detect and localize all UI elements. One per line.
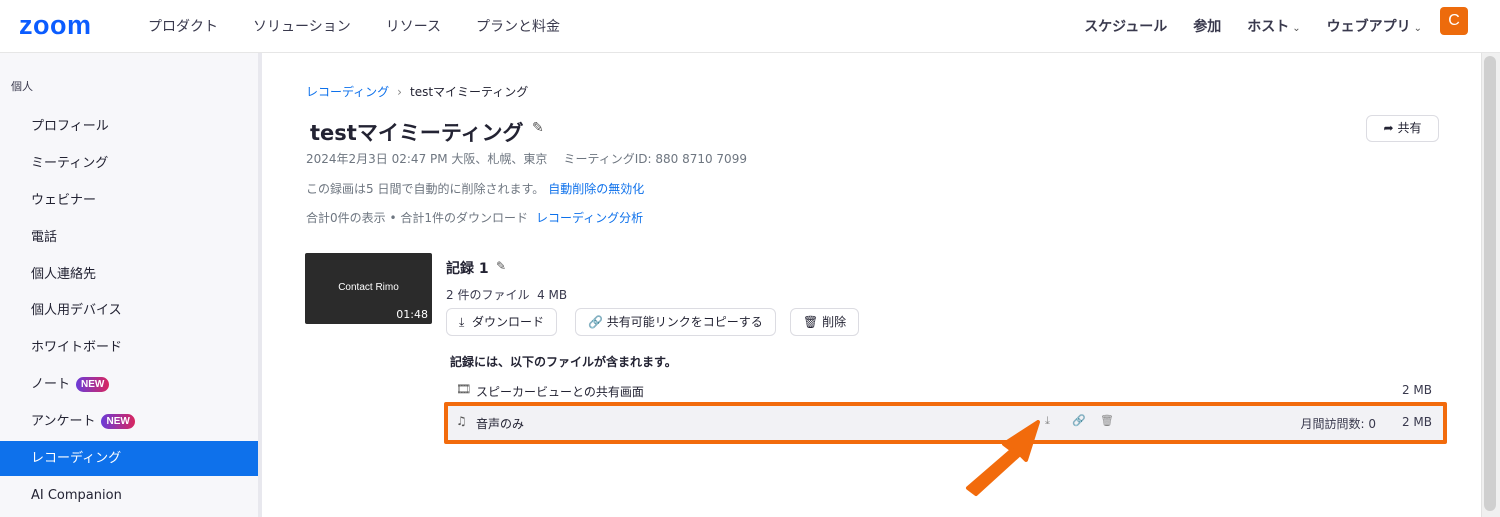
recording-analytics-link[interactable]: レコーディング分析 bbox=[536, 211, 643, 225]
breadcrumb-link-recordings[interactable]: レコーディング bbox=[306, 85, 389, 99]
pencil-icon[interactable]: ✎ bbox=[532, 120, 544, 136]
nav-item-schedule[interactable]: スケジュール bbox=[1084, 16, 1167, 36]
delete-button-label: 削除 bbox=[822, 315, 847, 329]
annotation-arrow-icon bbox=[966, 420, 1040, 496]
autodelete-text: この録画は5 日間で自動的に削除されます。 bbox=[306, 182, 545, 196]
nav-item-schedule-label: スケジュール bbox=[1084, 19, 1168, 35]
new-badge: NEW bbox=[76, 377, 110, 392]
nav-item-web-app[interactable]: ウェブアプリ ⌄ bbox=[1327, 16, 1422, 36]
trash-icon: 🗑 bbox=[803, 315, 819, 329]
thumbnail-caption: Contact Rimo bbox=[338, 282, 399, 293]
share-button[interactable]: ➦ 共有 bbox=[1366, 115, 1439, 142]
meeting-id: ミーティングID: 880 8710 7099 bbox=[563, 152, 747, 166]
sidebar-heading: 個人 bbox=[11, 80, 33, 93]
nav-item-host[interactable]: ホスト ⌄ bbox=[1247, 16, 1300, 36]
nav-item-pricing[interactable]: プランと料金 bbox=[476, 16, 560, 36]
nav-item-join[interactable]: 参加 bbox=[1193, 16, 1221, 36]
scrollbar-thumb[interactable] bbox=[1484, 56, 1496, 511]
sidebar-item-label: プロフィール bbox=[31, 119, 109, 134]
film-icon: 🎞 bbox=[456, 382, 472, 396]
meeting-datetime: 2024年2月3日 02:47 PM 大阪、札幌、東京 bbox=[306, 152, 548, 166]
nav-right: スケジュール 参加 ホスト ⌄ ウェブアプリ ⌄ bbox=[1058, 16, 1422, 36]
sidebar-item-notes[interactable]: ノート NEW bbox=[0, 367, 258, 402]
view-summary: 合計0件の表示 • 合計1件のダウンロード レコーディング分析 bbox=[306, 209, 643, 226]
sidebar-item-label: 個人用デバイス bbox=[31, 303, 122, 318]
sidebar-item-label: AI Companion bbox=[31, 488, 122, 503]
share-icon: ➦ bbox=[1383, 121, 1394, 135]
new-badge: NEW bbox=[101, 414, 135, 429]
sidebar-item-phone[interactable]: 電話 bbox=[0, 220, 258, 255]
sidebar-item-recordings[interactable]: レコーディング bbox=[0, 441, 258, 476]
nav-item-join-label: 参加 bbox=[1193, 19, 1222, 35]
sidebar: 個人 プロフィール ミーティング ウェビナー 電話 個人連絡先 個人用デバイス … bbox=[0, 53, 262, 517]
sidebar-item-surveys[interactable]: アンケート NEW bbox=[0, 404, 258, 439]
nav-item-product[interactable]: プロダクト bbox=[148, 16, 218, 36]
breadcrumb-current: testマイミーティング bbox=[409, 85, 529, 99]
link-icon: 🔗 bbox=[588, 315, 603, 329]
meeting-meta: 2024年2月3日 02:47 PM 大阪、札幌、東京 ミーティングID: 880… bbox=[306, 150, 747, 167]
nav-item-solutions[interactable]: ソリューション bbox=[253, 16, 351, 36]
top-nav: zoom プロダクト ソリューション リソース プランと料金 スケジュール 参加… bbox=[0, 0, 1500, 53]
sidebar-item-label: アンケート bbox=[31, 414, 96, 429]
recording-files-info: 2 件のファイル 4 MB bbox=[446, 288, 568, 302]
highlight-box bbox=[444, 402, 1447, 444]
download-button[interactable]: ⤓ ダウンロード bbox=[446, 308, 557, 336]
share-button-label: 共有 bbox=[1397, 121, 1422, 135]
sidebar-item-meetings[interactable]: ミーティング bbox=[0, 146, 258, 181]
sidebar-item-contacts[interactable]: 個人連絡先 bbox=[0, 257, 258, 292]
autodelete-notice: この録画は5 日間で自動的に削除されます。 自動削除の無効化 bbox=[306, 180, 644, 197]
download-icon: ⤓ bbox=[459, 315, 465, 329]
download-button-label: ダウンロード bbox=[471, 315, 544, 329]
file-size: 2 MB bbox=[1401, 383, 1432, 397]
recording-thumbnail[interactable]: Contact Rimo 01:48 bbox=[305, 253, 432, 324]
chevron-down-icon: ⌄ bbox=[1413, 23, 1422, 34]
delete-button[interactable]: 🗑 削除 bbox=[790, 308, 860, 336]
sidebar-item-label: 電話 bbox=[31, 230, 58, 245]
nav-item-web-app-label: ウェブアプリ bbox=[1326, 19, 1411, 35]
recording-title: 記録 1 bbox=[446, 261, 489, 277]
recording-duration: 01:48 bbox=[396, 308, 428, 321]
avatar[interactable]: C bbox=[1440, 7, 1468, 35]
breadcrumb: レコーディング › testマイミーティング bbox=[306, 83, 528, 100]
summary-text: 合計0件の表示 • 合計1件のダウンロード bbox=[306, 211, 528, 225]
sidebar-item-label: ミーティング bbox=[31, 156, 109, 171]
sidebar-item-profile[interactable]: プロフィール bbox=[0, 109, 258, 144]
nav-item-resources[interactable]: リソース bbox=[386, 16, 441, 36]
sidebar-item-whiteboards[interactable]: ホワイトボード bbox=[0, 330, 258, 365]
sidebar-item-webinars[interactable]: ウェビナー bbox=[0, 183, 258, 218]
pencil-icon[interactable]: ✎ bbox=[496, 259, 506, 273]
zoom-logo[interactable]: zoom bbox=[19, 10, 92, 41]
contains-files-label: 記録には、以下のファイルが含まれます。 bbox=[450, 355, 677, 369]
sidebar-item-devices[interactable]: 個人用デバイス bbox=[0, 293, 258, 328]
disable-autodelete-link[interactable]: 自動削除の無効化 bbox=[548, 182, 644, 196]
sidebar-item-label: ウェビナー bbox=[31, 193, 97, 208]
chevron-down-icon: ⌄ bbox=[1292, 23, 1301, 34]
nav-item-host-label: ホスト bbox=[1247, 19, 1290, 35]
page-title: testマイミーティング bbox=[310, 121, 524, 145]
sidebar-item-label: ノート bbox=[31, 377, 71, 392]
sidebar-item-label: 個人連絡先 bbox=[31, 267, 97, 282]
sidebar-item-label: レコーディング bbox=[31, 451, 122, 466]
sidebar-item-label: ホワイトボード bbox=[31, 340, 123, 355]
file-name[interactable]: スピーカービューとの共有画面 bbox=[476, 383, 644, 400]
copy-link-button-label: 共有可能リンクをコピーする bbox=[606, 315, 763, 329]
copy-link-button[interactable]: 🔗 共有可能リンクをコピーする bbox=[575, 308, 776, 336]
sidebar-item-ai-companion[interactable]: AI Companion bbox=[0, 478, 258, 513]
breadcrumb-separator: › bbox=[397, 85, 402, 99]
nav-left: プロダクト ソリューション リソース プランと料金 bbox=[148, 16, 595, 36]
